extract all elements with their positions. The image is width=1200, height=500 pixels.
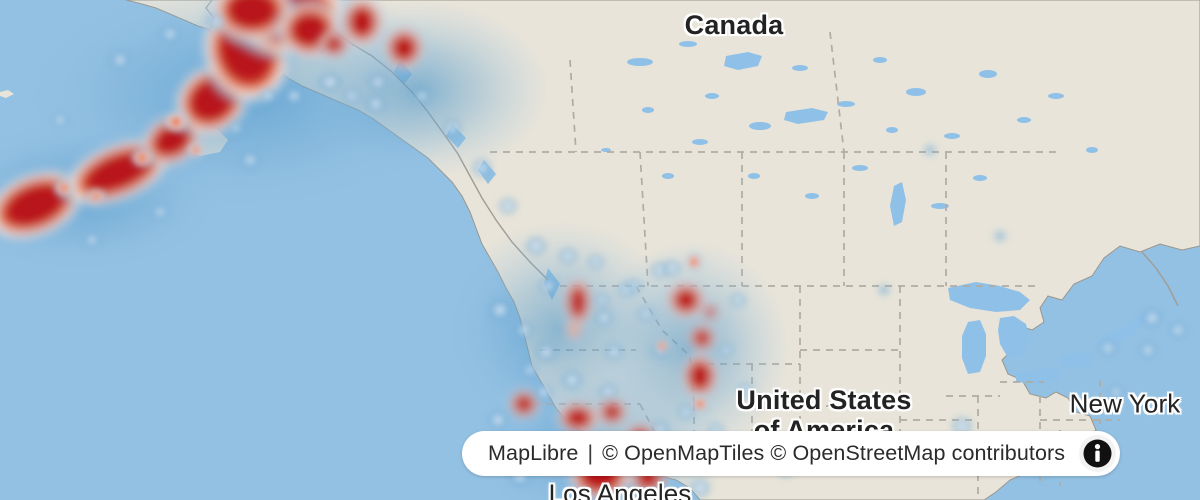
maplibre-link[interactable]: MapLibre [488, 441, 578, 466]
map-canvas[interactable]: Canada United States of America New York Lo… [0, 0, 1200, 500]
attribution-separator: | [587, 441, 594, 465]
attribution-sources[interactable]: © OpenMapTiles © OpenStreetMap contribut… [602, 441, 1065, 466]
info-icon[interactable] [1079, 435, 1117, 472]
map-label-new-york: New York [1069, 388, 1181, 419]
attribution-control[interactable]: MapLibre | © OpenMapTiles © OpenStreetMa… [462, 431, 1121, 476]
map-label-los-angeles: Los Angeles [548, 478, 692, 500]
map-labels-layer: Canada United States of America New York Lo… [0, 0, 1200, 500]
map-label-canada: Canada [684, 9, 784, 40]
attribution-text: MapLibre | © OpenMapTiles © OpenStreetMa… [488, 441, 1065, 466]
